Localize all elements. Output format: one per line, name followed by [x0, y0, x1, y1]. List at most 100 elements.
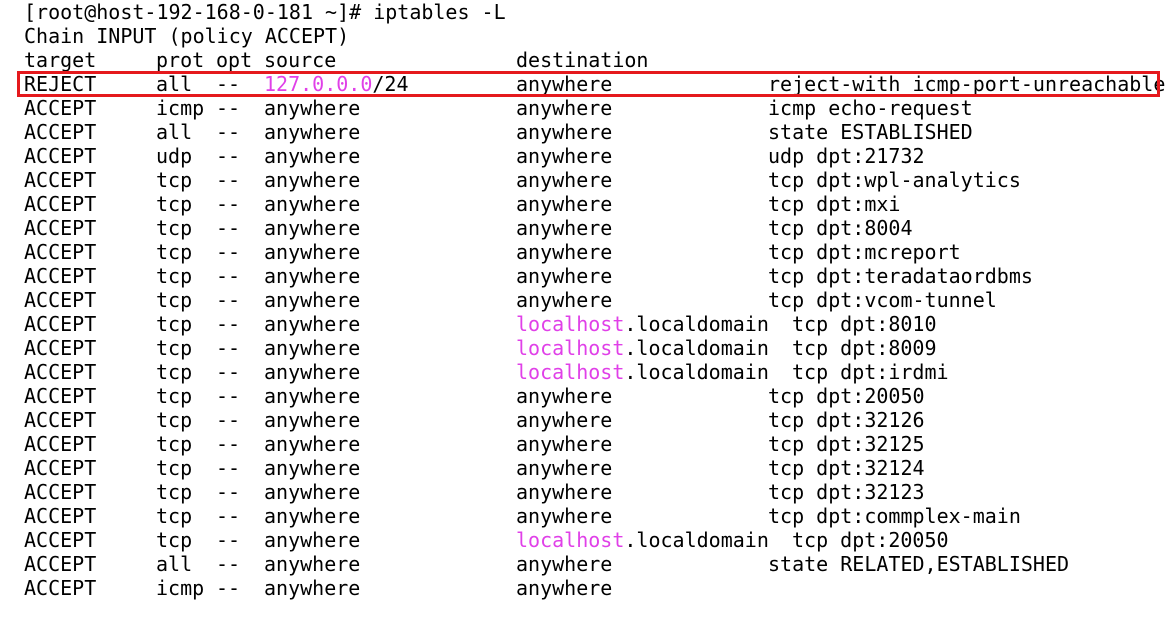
rule-source: anywhere [264, 120, 360, 144]
source-text: anywhere [264, 312, 361, 336]
destination-text: anywhere [516, 240, 613, 264]
rule-destination: anywhere [516, 72, 612, 96]
rule-options: tcp dpt:teradataordbms [768, 264, 1033, 288]
destination-text: anywhere [516, 96, 613, 120]
rule-target: ACCEPT [24, 312, 97, 336]
rule-prot: tcp [156, 288, 193, 312]
rule-prot: all [156, 120, 193, 144]
rule-prot: tcp [156, 336, 193, 360]
rule-destination: localhost.localdomain [516, 360, 769, 384]
source-text: anywhere [264, 264, 361, 288]
rule-destination: anywhere [516, 480, 612, 504]
rule-opt: -- [216, 528, 241, 552]
rule-options: icmp echo-request [768, 96, 973, 120]
source-text: anywhere [264, 480, 361, 504]
destination-text: anywhere [516, 552, 613, 576]
rule-options: tcp dpt:vcom-tunnel [768, 288, 997, 312]
column-source: source [264, 48, 337, 72]
source-text: anywhere [264, 288, 361, 312]
destination-text: anywhere [516, 456, 613, 480]
rule-destination: anywhere [516, 216, 612, 240]
rule-prot: tcp [156, 408, 193, 432]
destination-highlight: localhost [516, 360, 625, 384]
rule-prot: icmp [156, 576, 205, 600]
rule-source: anywhere [264, 360, 360, 384]
rule-opt: -- [216, 552, 241, 576]
rule-prot: tcp [156, 264, 193, 288]
rule-target: ACCEPT [24, 264, 97, 288]
rule-options: tcp dpt:wpl-analytics [768, 168, 1021, 192]
source-text: anywhere [264, 240, 361, 264]
rule-source: 127.0.0.0/24 [264, 72, 409, 96]
rule-source: anywhere [264, 552, 360, 576]
source-text: anywhere [264, 120, 361, 144]
rule-destination: anywhere [516, 456, 612, 480]
rule-source: anywhere [264, 168, 360, 192]
rule-destination: anywhere [516, 576, 612, 600]
source-text: anywhere [264, 504, 361, 528]
rule-options: state RELATED,ESTABLISHED [768, 552, 1070, 576]
destination-text: .localdomain [624, 336, 769, 360]
rule-source: anywhere [264, 432, 360, 456]
destination-text: anywhere [516, 192, 613, 216]
prompt-line: [root@host-192-168-0-181 ~]# iptables -L [24, 0, 506, 24]
destination-text: anywhere [516, 72, 613, 96]
terminal-window[interactable]: [root@host-192-168-0-181 ~]# iptables -L… [0, 0, 1176, 630]
rule-destination: anywhere [516, 504, 612, 528]
destination-highlight: localhost [516, 336, 625, 360]
source-text: anywhere [264, 216, 361, 240]
destination-text: anywhere [516, 432, 613, 456]
destination-text: anywhere [516, 504, 613, 528]
rule-target: ACCEPT [24, 576, 97, 600]
rule-prot: tcp [156, 360, 193, 384]
rule-prot: tcp [156, 192, 193, 216]
rule-target: ACCEPT [24, 168, 97, 192]
destination-text: .localdomain [624, 528, 769, 552]
rule-prot: tcp [156, 504, 193, 528]
rule-options: tcp dpt:8010 [792, 312, 937, 336]
source-text: anywhere [264, 384, 361, 408]
rule-prot: tcp [156, 240, 193, 264]
rule-options: tcp dpt:mcreport [768, 240, 961, 264]
rule-options: tcp dpt:mxi [768, 192, 901, 216]
rule-opt: -- [216, 456, 241, 480]
rule-target: ACCEPT [24, 240, 97, 264]
rule-options: state ESTABLISHED [768, 120, 973, 144]
rule-opt: -- [216, 168, 241, 192]
rule-target: ACCEPT [24, 504, 97, 528]
rule-prot: tcp [156, 312, 193, 336]
rule-destination: anywhere [516, 168, 612, 192]
chain-header: Chain INPUT (policy ACCEPT) [24, 24, 350, 48]
rule-target: ACCEPT [24, 552, 97, 576]
rule-options: tcp dpt:irdmi [792, 360, 949, 384]
rule-opt: -- [216, 144, 241, 168]
rule-target: ACCEPT [24, 120, 97, 144]
rule-source: anywhere [264, 216, 360, 240]
rule-prot: tcp [156, 432, 193, 456]
rule-target: ACCEPT [24, 288, 97, 312]
column-header-row: target prot opt source destination [24, 48, 648, 72]
rule-prot: udp [156, 144, 193, 168]
rule-opt: -- [216, 96, 241, 120]
destination-text: .localdomain [624, 360, 769, 384]
rule-destination: anywhere [516, 120, 612, 144]
rule-prot: tcp [156, 216, 193, 240]
rule-options: tcp dpt:32124 [768, 456, 925, 480]
rule-options: tcp dpt:20050 [792, 528, 949, 552]
rule-destination: anywhere [516, 192, 612, 216]
rule-options: tcp dpt:32123 [768, 480, 925, 504]
rule-destination: anywhere [516, 240, 612, 264]
destination-text: anywhere [516, 288, 613, 312]
destination-text: anywhere [516, 384, 613, 408]
rule-opt: -- [216, 408, 241, 432]
source-text: /24 [372, 72, 409, 96]
rule-opt: -- [216, 432, 241, 456]
rule-source: anywhere [264, 408, 360, 432]
rule-opt: -- [216, 336, 241, 360]
rule-target: ACCEPT [24, 432, 97, 456]
rule-target: ACCEPT [24, 336, 97, 360]
source-text: anywhere [264, 144, 361, 168]
rule-destination: anywhere [516, 432, 612, 456]
rule-source: anywhere [264, 192, 360, 216]
destination-text: anywhere [516, 120, 613, 144]
